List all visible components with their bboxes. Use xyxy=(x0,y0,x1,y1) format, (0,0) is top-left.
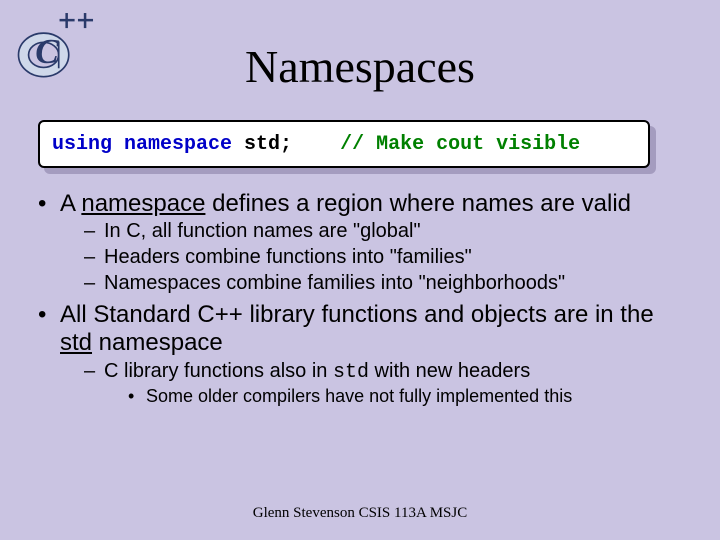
bullet-text: defines a region where names are valid xyxy=(205,190,631,217)
bullet-text-underline: std xyxy=(60,329,92,356)
code-keyword: using xyxy=(52,133,124,156)
slide: C Namespaces using namespace std; // Mak… xyxy=(0,0,720,540)
sub-bullet-item: Namespaces combine families into "neighb… xyxy=(84,272,688,296)
code-line: using namespace std; // Make cout visibl… xyxy=(38,120,650,168)
bullet-text: namespace xyxy=(92,329,223,356)
sub-bullet-text: with new headers xyxy=(369,360,530,382)
code-box: using namespace std; // Make cout visibl… xyxy=(38,120,650,168)
sub-bullet-item: Headers combine functions into "families… xyxy=(84,246,688,270)
slide-footer: Glenn Stevenson CSIS 113A MSJC xyxy=(0,505,720,522)
code-ident: std; xyxy=(244,133,292,156)
bullet-text-underline: namespace xyxy=(81,190,205,217)
code-comment: // Make cout visible xyxy=(340,133,580,156)
bullet-text: All Standard C++ library functions and o… xyxy=(60,301,654,328)
slide-title: Namespaces xyxy=(0,40,720,93)
bullet-text: A xyxy=(60,190,81,217)
bullet-item: All Standard C++ library functions and o… xyxy=(38,301,688,407)
code-gap xyxy=(292,133,340,156)
slide-body: A namespace defines a region where names… xyxy=(38,190,688,414)
sub-bullet-code: std xyxy=(333,361,369,384)
sub-bullet-item: In C, all function names are "global" xyxy=(84,220,688,244)
bullet-item: A namespace defines a region where names… xyxy=(38,190,688,295)
sub-bullet-text: C library functions also in xyxy=(104,360,333,382)
sub2-bullet-item: Some older compilers have not fully impl… xyxy=(128,386,688,407)
sub-bullet-item: C library functions also in std with new… xyxy=(84,360,688,408)
code-keyword: namespace xyxy=(124,133,244,156)
